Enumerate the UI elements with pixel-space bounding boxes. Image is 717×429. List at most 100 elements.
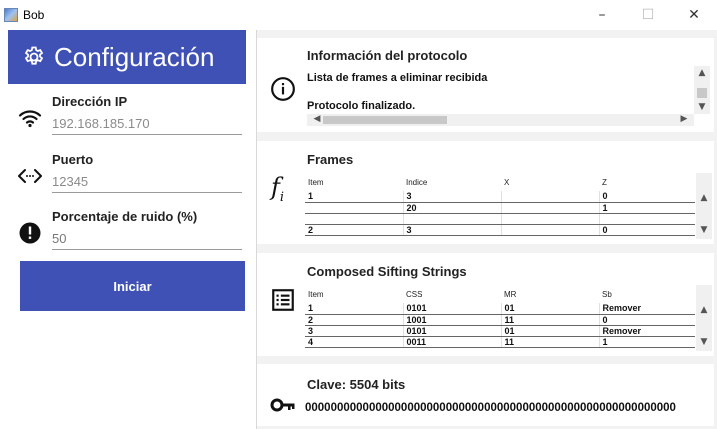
gear-icon — [24, 46, 44, 65]
table-cell: 1 — [598, 336, 695, 348]
table-row[interactable]: 3 0101 01 Remover — [305, 325, 695, 337]
table-cell: 0101 — [402, 325, 501, 337]
protocol-line-3: Protocolo finalizado. — [307, 100, 416, 112]
table-cell: 2 — [305, 224, 403, 236]
scroll-down-arrow[interactable]: ▼ — [696, 225, 712, 235]
app-window: Bob – ☐ ✕ Configuración Dirección IP 192… — [0, 0, 717, 429]
table-cell — [598, 213, 695, 225]
noise-underline — [52, 249, 242, 250]
scroll-down-arrow[interactable]: ▼ — [694, 102, 710, 112]
config-panel: Configuración Dirección IP 192.168.185.1… — [0, 30, 257, 429]
table-cell: 01 — [500, 325, 599, 337]
table-row[interactable]: 1 0101 01 Remover — [305, 303, 695, 315]
ip-label: Dirección IP — [52, 94, 128, 109]
table-cell: 3 — [402, 191, 501, 203]
scroll-right-arrow[interactable]: ▶ — [676, 114, 692, 124]
port-input[interactable]: 12345 — [52, 174, 88, 189]
key-title: Clave: 5504 bits — [307, 377, 406, 392]
sifting-card: Composed Sifting Strings Item CSS MR Sb … — [257, 253, 714, 356]
sifting-vscrollbar[interactable]: ▲ ▼ — [696, 285, 712, 351]
table-row[interactable]: 2 3 0 — [305, 224, 695, 236]
noise-label: Porcentaje de ruido (%) — [52, 209, 198, 224]
table-cell: 2 — [305, 314, 403, 326]
table-row[interactable]: 20 1 — [305, 202, 695, 214]
function-icon: fi — [271, 173, 285, 205]
frames-title: Frames — [307, 152, 354, 167]
table-cell: 1 — [305, 303, 403, 315]
frames-col-x: X — [504, 177, 510, 187]
table-cell: 11 — [500, 314, 599, 326]
table-row[interactable] — [305, 213, 695, 225]
table-cell — [305, 202, 403, 214]
scroll-up-arrow[interactable]: ▲ — [696, 305, 712, 315]
config-title: Configuración — [54, 41, 215, 72]
table-row[interactable]: 4 0011 11 1 — [305, 336, 695, 348]
scroll-down-arrow[interactable]: ▼ — [696, 337, 712, 347]
table-row[interactable]: 1 3 0 — [305, 191, 695, 203]
sifting-col-item: Item — [308, 289, 324, 299]
table-row[interactable]: 2 1001 11 0 — [305, 314, 695, 326]
noise-field: Porcentaje de ruido (%) 50 — [8, 207, 246, 267]
protocol-vscrollbar[interactable]: ▲ ▼ — [694, 66, 710, 114]
app-icon — [4, 8, 18, 22]
table-cell — [402, 213, 501, 225]
ip-input[interactable]: 192.168.185.170 — [52, 116, 150, 131]
table-cell — [500, 224, 599, 236]
scroll-up-arrow[interactable]: ▲ — [694, 68, 710, 78]
sifting-col-mr: MR — [504, 289, 517, 299]
port-field: Puerto 12345 — [8, 150, 246, 210]
frames-vscrollbar[interactable]: ▲ ▼ — [696, 173, 712, 239]
table-cell — [500, 213, 599, 225]
table-cell: 0011 — [402, 336, 501, 348]
frames-col-item: Item — [308, 177, 324, 187]
key-card: Clave: 5504 bits 00000000000000000000000… — [257, 364, 714, 426]
hscroll-thumb[interactable] — [323, 116, 447, 124]
table-cell: 1 — [598, 202, 695, 214]
minimize-button[interactable]: – — [579, 0, 625, 30]
table-cell: 1 — [305, 191, 403, 203]
alert-icon — [19, 222, 41, 244]
frames-table: Item Indice X Z 1 3 0 20 1 2 3 0 — [305, 173, 695, 236]
table-cell — [500, 191, 599, 203]
table-cell: Remover — [598, 303, 695, 315]
table-cell: 11 — [500, 336, 599, 348]
scroll-thumb[interactable] — [697, 88, 707, 98]
sifting-table: Item CSS MR Sb 1 0101 01 Remover 2 1001 … — [305, 285, 695, 348]
list-icon — [272, 289, 294, 311]
table-cell: Remover — [598, 325, 695, 337]
title-bar: Bob – ☐ ✕ — [0, 0, 717, 30]
key-bits: 0000000000000000000000000000000000000000… — [305, 402, 676, 414]
close-button[interactable]: ✕ — [671, 0, 717, 30]
table-cell: 3 — [402, 224, 501, 236]
frames-col-z: Z — [602, 177, 607, 187]
port-underline — [52, 192, 242, 193]
frames-col-indice: Indice — [406, 177, 428, 187]
sifting-col-sb: Sb — [602, 289, 612, 299]
info-icon — [271, 77, 295, 101]
table-cell: 0 — [598, 224, 695, 236]
maximize-button[interactable]: ☐ — [625, 0, 671, 30]
frames-card: fi Frames Item Indice X Z 1 3 0 20 1 2 3… — [257, 141, 714, 244]
table-cell: 0 — [598, 191, 695, 203]
table-cell: 4 — [305, 336, 403, 348]
table-cell: 3 — [305, 325, 403, 337]
table-cell: 01 — [500, 303, 599, 315]
table-cell: 1001 — [402, 314, 501, 326]
scroll-up-arrow[interactable]: ▲ — [696, 193, 712, 203]
protocol-hscrollbar[interactable]: ◀ ▶ — [307, 114, 694, 126]
protocol-info-card: Información del protocolo Lista de frame… — [257, 38, 714, 132]
table-cell: 20 — [402, 202, 501, 214]
window-title: Bob — [23, 8, 45, 22]
config-header: Configuración — [8, 30, 246, 84]
port-label: Puerto — [52, 152, 94, 167]
sifting-title: Composed Sifting Strings — [307, 264, 467, 279]
protocol-line-1: Lista de frames a eliminar recibida — [307, 72, 488, 84]
table-cell: 0101 — [402, 303, 501, 315]
table-cell: 0 — [598, 314, 695, 326]
table-cell — [500, 202, 599, 214]
table-cell — [305, 213, 403, 225]
code-arrows-icon — [18, 169, 42, 183]
wifi-icon — [18, 110, 42, 128]
start-button[interactable]: Iniciar — [20, 261, 245, 311]
noise-input[interactable]: 50 — [52, 231, 66, 246]
